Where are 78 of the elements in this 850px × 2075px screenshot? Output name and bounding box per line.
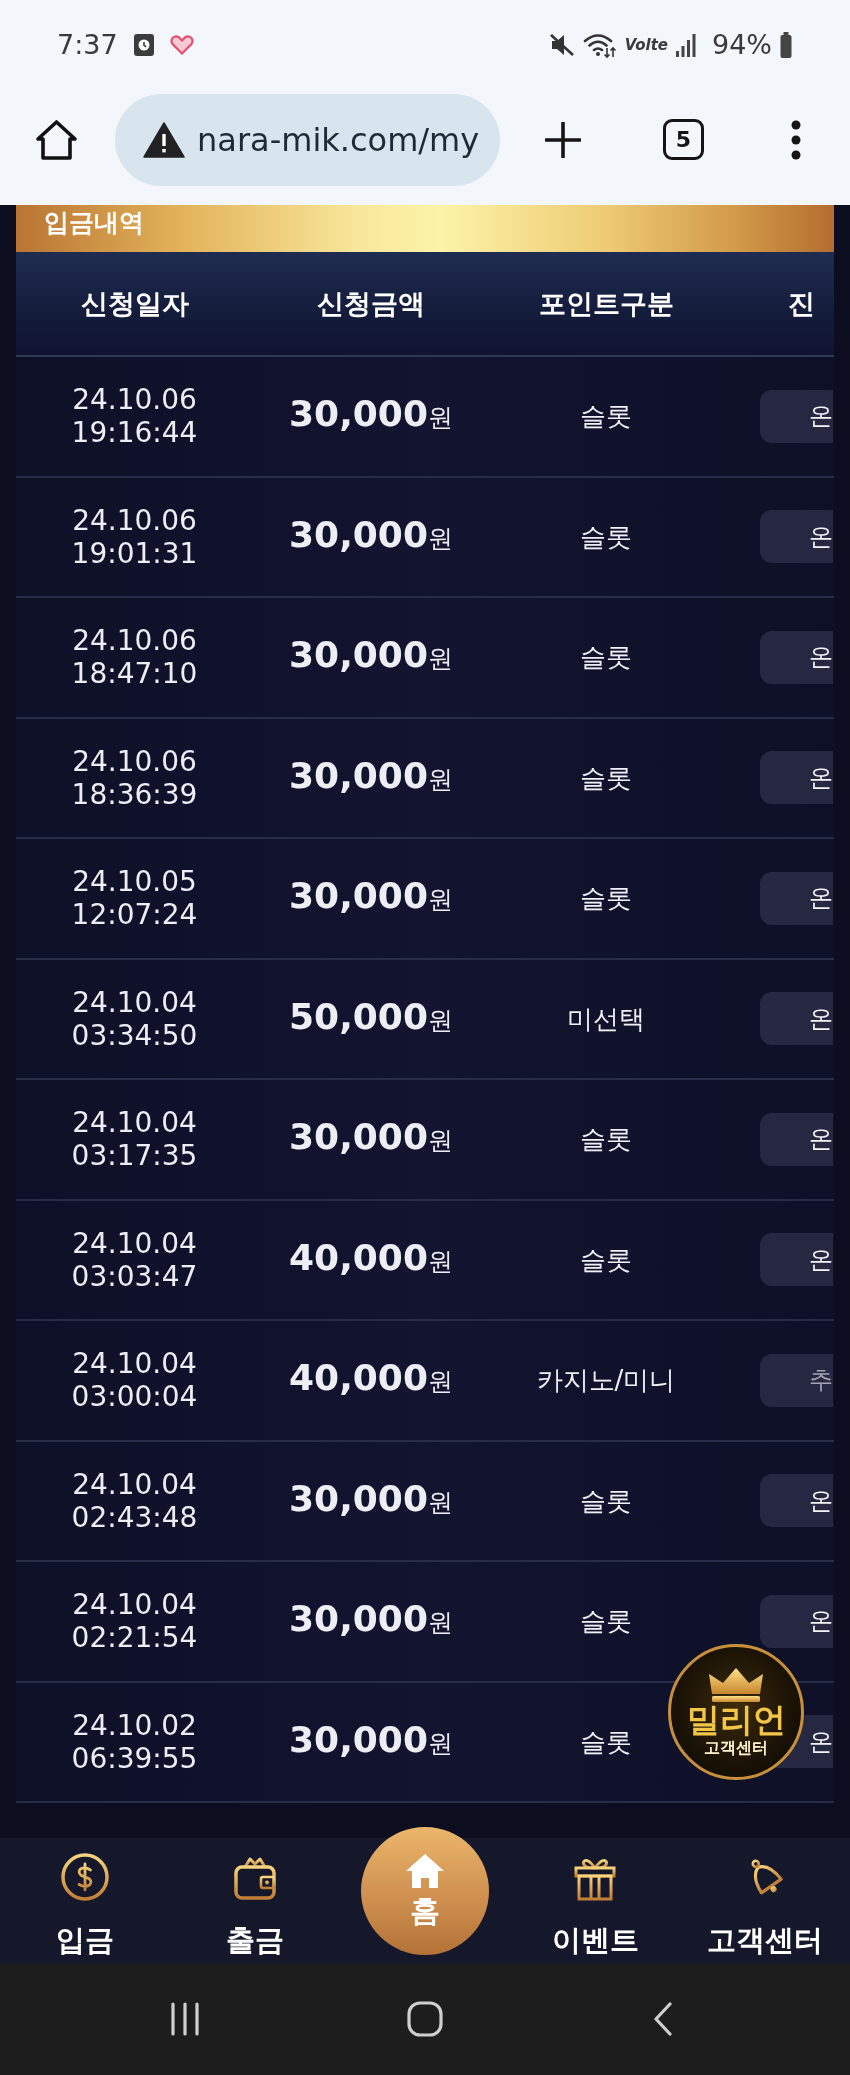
amount-text: 30,000원 — [289, 1717, 453, 1762]
date-time-text: 24.10.04 02:43:48 — [71, 1467, 198, 1534]
warning-icon — [143, 121, 185, 158]
amount-text: 30,000원 — [289, 753, 453, 798]
amount-text: 30,000원 — [289, 874, 453, 919]
date-time-text: 24.10.06 18:47:10 — [71, 624, 198, 691]
crown-icon — [707, 1666, 765, 1702]
heart-icon — [169, 35, 194, 55]
status-text: 온 — [809, 401, 833, 432]
amount-text: 30,000원 — [289, 392, 453, 437]
category-text: 미선택 — [567, 1002, 645, 1036]
nav-item[interactable]: 이벤트 — [551, 1838, 639, 1963]
nav-item[interactable]: 출금 — [226, 1838, 284, 1963]
clock-app-icon — [133, 34, 154, 56]
house-icon — [405, 1853, 445, 1889]
wifi-icon — [582, 31, 617, 59]
status-text: 온 — [809, 1726, 833, 1757]
amount-text: 30,000원 — [289, 1476, 453, 1521]
date-time-text: 24.10.04 02:21:54 — [71, 1588, 198, 1655]
menu-icon[interactable] — [790, 119, 802, 160]
status-text: 온 — [809, 762, 833, 793]
clock-time: 7:37 — [57, 29, 118, 61]
column-header: 신청일자 — [80, 286, 189, 321]
amount-text: 30,000원 — [289, 512, 453, 557]
category-text: 슬롯 — [580, 1725, 632, 1759]
coin-icon — [60, 1852, 110, 1902]
nav-item[interactable]: 고객센터 — [707, 1838, 823, 1963]
category-text: 슬롯 — [580, 1605, 632, 1639]
network-type-label: Volte — [624, 36, 668, 54]
new-tab-icon[interactable] — [545, 121, 581, 158]
column-header: 신청금액 — [317, 286, 425, 321]
column-header: 포인트구분 — [538, 286, 674, 321]
status-text: 온 — [809, 1606, 833, 1637]
date-time-text: 24.10.04 03:03:47 — [71, 1226, 198, 1293]
amount-text: 40,000원 — [289, 1356, 453, 1401]
date-time-text: 24.10.04 03:00:04 — [71, 1347, 198, 1414]
category-text: 슬롯 — [580, 761, 632, 795]
amount-text: 30,000원 — [289, 1115, 453, 1160]
date-time-text: 24.10.06 19:01:31 — [71, 503, 198, 570]
category-text: 슬롯 — [580, 520, 632, 554]
signal-icon — [676, 33, 696, 57]
home-icon[interactable] — [35, 118, 78, 161]
status-text: 추 — [809, 1365, 833, 1396]
battery-icon — [780, 32, 792, 58]
status-text: 온 — [809, 1244, 833, 1275]
section-title: 입금내역 — [44, 208, 144, 238]
tab-switcher-button[interactable]: 5 — [663, 119, 704, 160]
column-header: 진 — [788, 286, 815, 321]
back-icon[interactable] — [653, 2002, 673, 2036]
recent-apps-icon[interactable] — [170, 2002, 200, 2036]
category-text: 슬롯 — [580, 1243, 632, 1277]
category-text: 슬롯 — [580, 1123, 632, 1157]
status-text: 온 — [809, 1485, 833, 1516]
date-time-text: 24.10.06 19:16:44 — [71, 383, 198, 450]
amount-text: 30,000원 — [289, 1597, 453, 1642]
amount-text: 30,000원 — [289, 633, 453, 678]
date-time-text: 24.10.05 12:07:24 — [71, 865, 198, 932]
amount-text: 40,000원 — [289, 1235, 453, 1280]
category-text: 슬롯 — [580, 882, 632, 916]
date-time-text: 24.10.06 18:36:39 — [71, 744, 198, 811]
category-text: 카지노/미니 — [536, 1364, 676, 1398]
address-bar[interactable]: nara-mik.com/my — [115, 93, 500, 186]
battery-percent: 94% — [712, 29, 772, 61]
system-home-icon[interactable] — [407, 2001, 443, 2037]
category-text: 슬롯 — [580, 641, 632, 675]
date-time-text: 24.10.04 03:34:50 — [71, 985, 198, 1052]
category-text: 슬롯 — [580, 1484, 632, 1518]
date-time-text: 24.10.04 03:17:35 — [71, 1106, 198, 1173]
status-text: 온 — [809, 521, 833, 552]
status-text: 온 — [809, 642, 833, 673]
nav-item[interactable]: 입금 — [56, 1838, 114, 1963]
date-time-text: 24.10.02 06:39:55 — [71, 1708, 198, 1775]
mute-icon — [548, 32, 575, 58]
status-text: 온 — [809, 883, 833, 914]
amount-text: 50,000원 — [289, 994, 453, 1039]
status-text: 온 — [809, 1003, 833, 1034]
status-text: 온 — [809, 1124, 833, 1155]
category-text: 슬롯 — [580, 400, 632, 434]
